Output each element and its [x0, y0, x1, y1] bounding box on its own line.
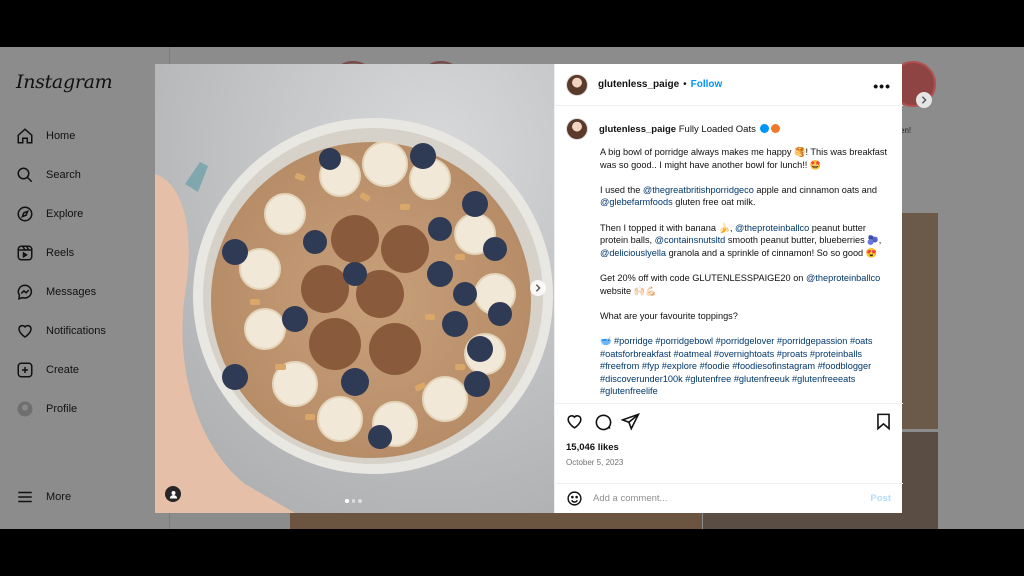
tagged-users-button[interactable]	[165, 486, 181, 502]
messenger-icon	[17, 284, 33, 300]
caption-title: glutenless_paige Fully Loaded Oats	[599, 123, 780, 135]
carousel-dot	[345, 499, 349, 503]
sidebar-item-more[interactable]: More	[16, 488, 71, 506]
post-actions: 15,046 likes October 5, 2023	[555, 403, 903, 483]
sidebar-item-label: Explore	[46, 208, 84, 220]
caption-paragraph: What are your favourite toppings?	[600, 310, 738, 321]
follow-button[interactable]: Follow	[691, 79, 723, 90]
caption-paragraph: Then I topped it with banana 🍌, @theprot…	[600, 222, 882, 258]
chevron-right-icon	[921, 96, 927, 104]
sidebar-item-notifications[interactable]: Notifications	[16, 322, 106, 340]
reels-icon	[17, 245, 33, 261]
carousel-dot	[351, 499, 355, 503]
avatar-icon	[17, 401, 33, 417]
mention-link[interactable]: @glebefarmfoods	[600, 197, 673, 207]
more-options-button[interactable]: •••	[873, 78, 891, 94]
emoji-icon[interactable]	[566, 490, 583, 507]
app-viewport: Instagram Home Search Explore Reels Mess…	[0, 47, 1024, 529]
sidebar-item-label: Profile	[46, 403, 78, 415]
sidebar-item-label: Notifications	[46, 325, 106, 337]
caption-hashtags: 🥣 #porridge #porridgebowl #porridgelover…	[600, 335, 873, 397]
comment-icon[interactable]	[593, 412, 612, 431]
mention-link[interactable]: @thegreatbritishporridgeco	[643, 185, 754, 195]
search-icon	[17, 167, 33, 183]
mention-link[interactable]: @theproteinballco	[735, 223, 809, 233]
avatar[interactable]	[566, 118, 588, 140]
sidebar-item-search[interactable]: Search	[16, 166, 81, 184]
share-send-icon[interactable]	[621, 412, 640, 431]
post-side-panel: glutenless_paige • Follow ••• glutenless…	[554, 64, 903, 513]
caption-username[interactable]: glutenless_paige	[599, 124, 676, 135]
sidebar-item-label: More	[46, 491, 72, 503]
sidebar-item-label: Messages	[46, 286, 97, 298]
likes-count[interactable]: 15,046 likes	[566, 442, 619, 453]
post-caption: glutenless_paige Fully Loaded Oats A big…	[555, 106, 903, 403]
plus-square-icon	[17, 362, 33, 378]
caption-title-text: Fully Loaded Oats	[678, 123, 756, 135]
sidebar-item-label: Reels	[46, 247, 75, 259]
grid-image[interactable]	[290, 513, 702, 529]
compass-icon	[17, 206, 33, 222]
sidebar: Instagram Home Search Explore Reels Mess…	[0, 47, 170, 529]
sidebar-item-label: Create	[46, 364, 80, 376]
sidebar-item-reels[interactable]: Reels	[16, 244, 74, 262]
sidebar-item-label: Home	[46, 130, 76, 142]
home-icon	[17, 128, 33, 144]
chevron-right-icon	[535, 284, 541, 292]
carousel-indicator	[345, 499, 362, 503]
sidebar-item-label: Search	[46, 169, 81, 181]
post-comment-button[interactable]: Post	[870, 493, 891, 504]
post-modal: glutenless_paige • Follow ••• glutenless…	[155, 64, 903, 513]
bookmark-icon[interactable]	[874, 412, 893, 431]
menu-icon	[18, 491, 32, 503]
hashtag-links[interactable]: #porridge #porridgebowl #porridgelover #…	[600, 336, 872, 396]
like-heart-icon[interactable]	[565, 412, 584, 431]
sidebar-item-explore[interactable]: Explore	[16, 205, 83, 223]
separator: •	[683, 79, 687, 90]
carousel-dot	[358, 499, 362, 503]
avatar[interactable]	[566, 73, 588, 96]
stories-next-button[interactable]	[916, 92, 932, 108]
comment-input[interactable]	[593, 493, 853, 504]
sidebar-item-home[interactable]: Home	[16, 127, 75, 145]
mention-link[interactable]: @theproteinballco	[806, 273, 880, 283]
post-header: glutenless_paige • Follow •••	[555, 64, 903, 106]
sidebar-item-create[interactable]: Create	[16, 361, 79, 379]
instagram-logo[interactable]: Instagram	[16, 71, 113, 93]
carousel-next-button[interactable]	[530, 280, 546, 296]
caption-body: A big bowl of porridge always makes me h…	[600, 146, 889, 398]
heart-icon	[18, 324, 32, 338]
porridge-bowl-photo	[155, 64, 554, 513]
orange-heart-icon	[770, 123, 780, 133]
caption-paragraph: Get 20% off with code GLUTENLESSPAIGE20 …	[600, 272, 881, 296]
sidebar-item-messages[interactable]: Messages	[16, 283, 96, 301]
mention-link[interactable]: @containsnutsltd	[655, 235, 726, 245]
caption-paragraph: A big bowl of porridge always makes me h…	[600, 147, 888, 170]
post-username[interactable]: glutenless_paige	[598, 79, 679, 90]
caption-paragraph: I used the @thegreatbritishporridgeco ap…	[600, 184, 877, 208]
sidebar-item-profile[interactable]: Profile	[16, 400, 77, 418]
verified-icon	[759, 123, 769, 133]
mention-link[interactable]: @deliciouslyella	[600, 248, 666, 258]
comment-bar: Post	[555, 483, 903, 513]
post-date: October 5, 2023	[566, 458, 624, 467]
post-image[interactable]	[155, 64, 554, 513]
user-icon	[169, 490, 177, 499]
